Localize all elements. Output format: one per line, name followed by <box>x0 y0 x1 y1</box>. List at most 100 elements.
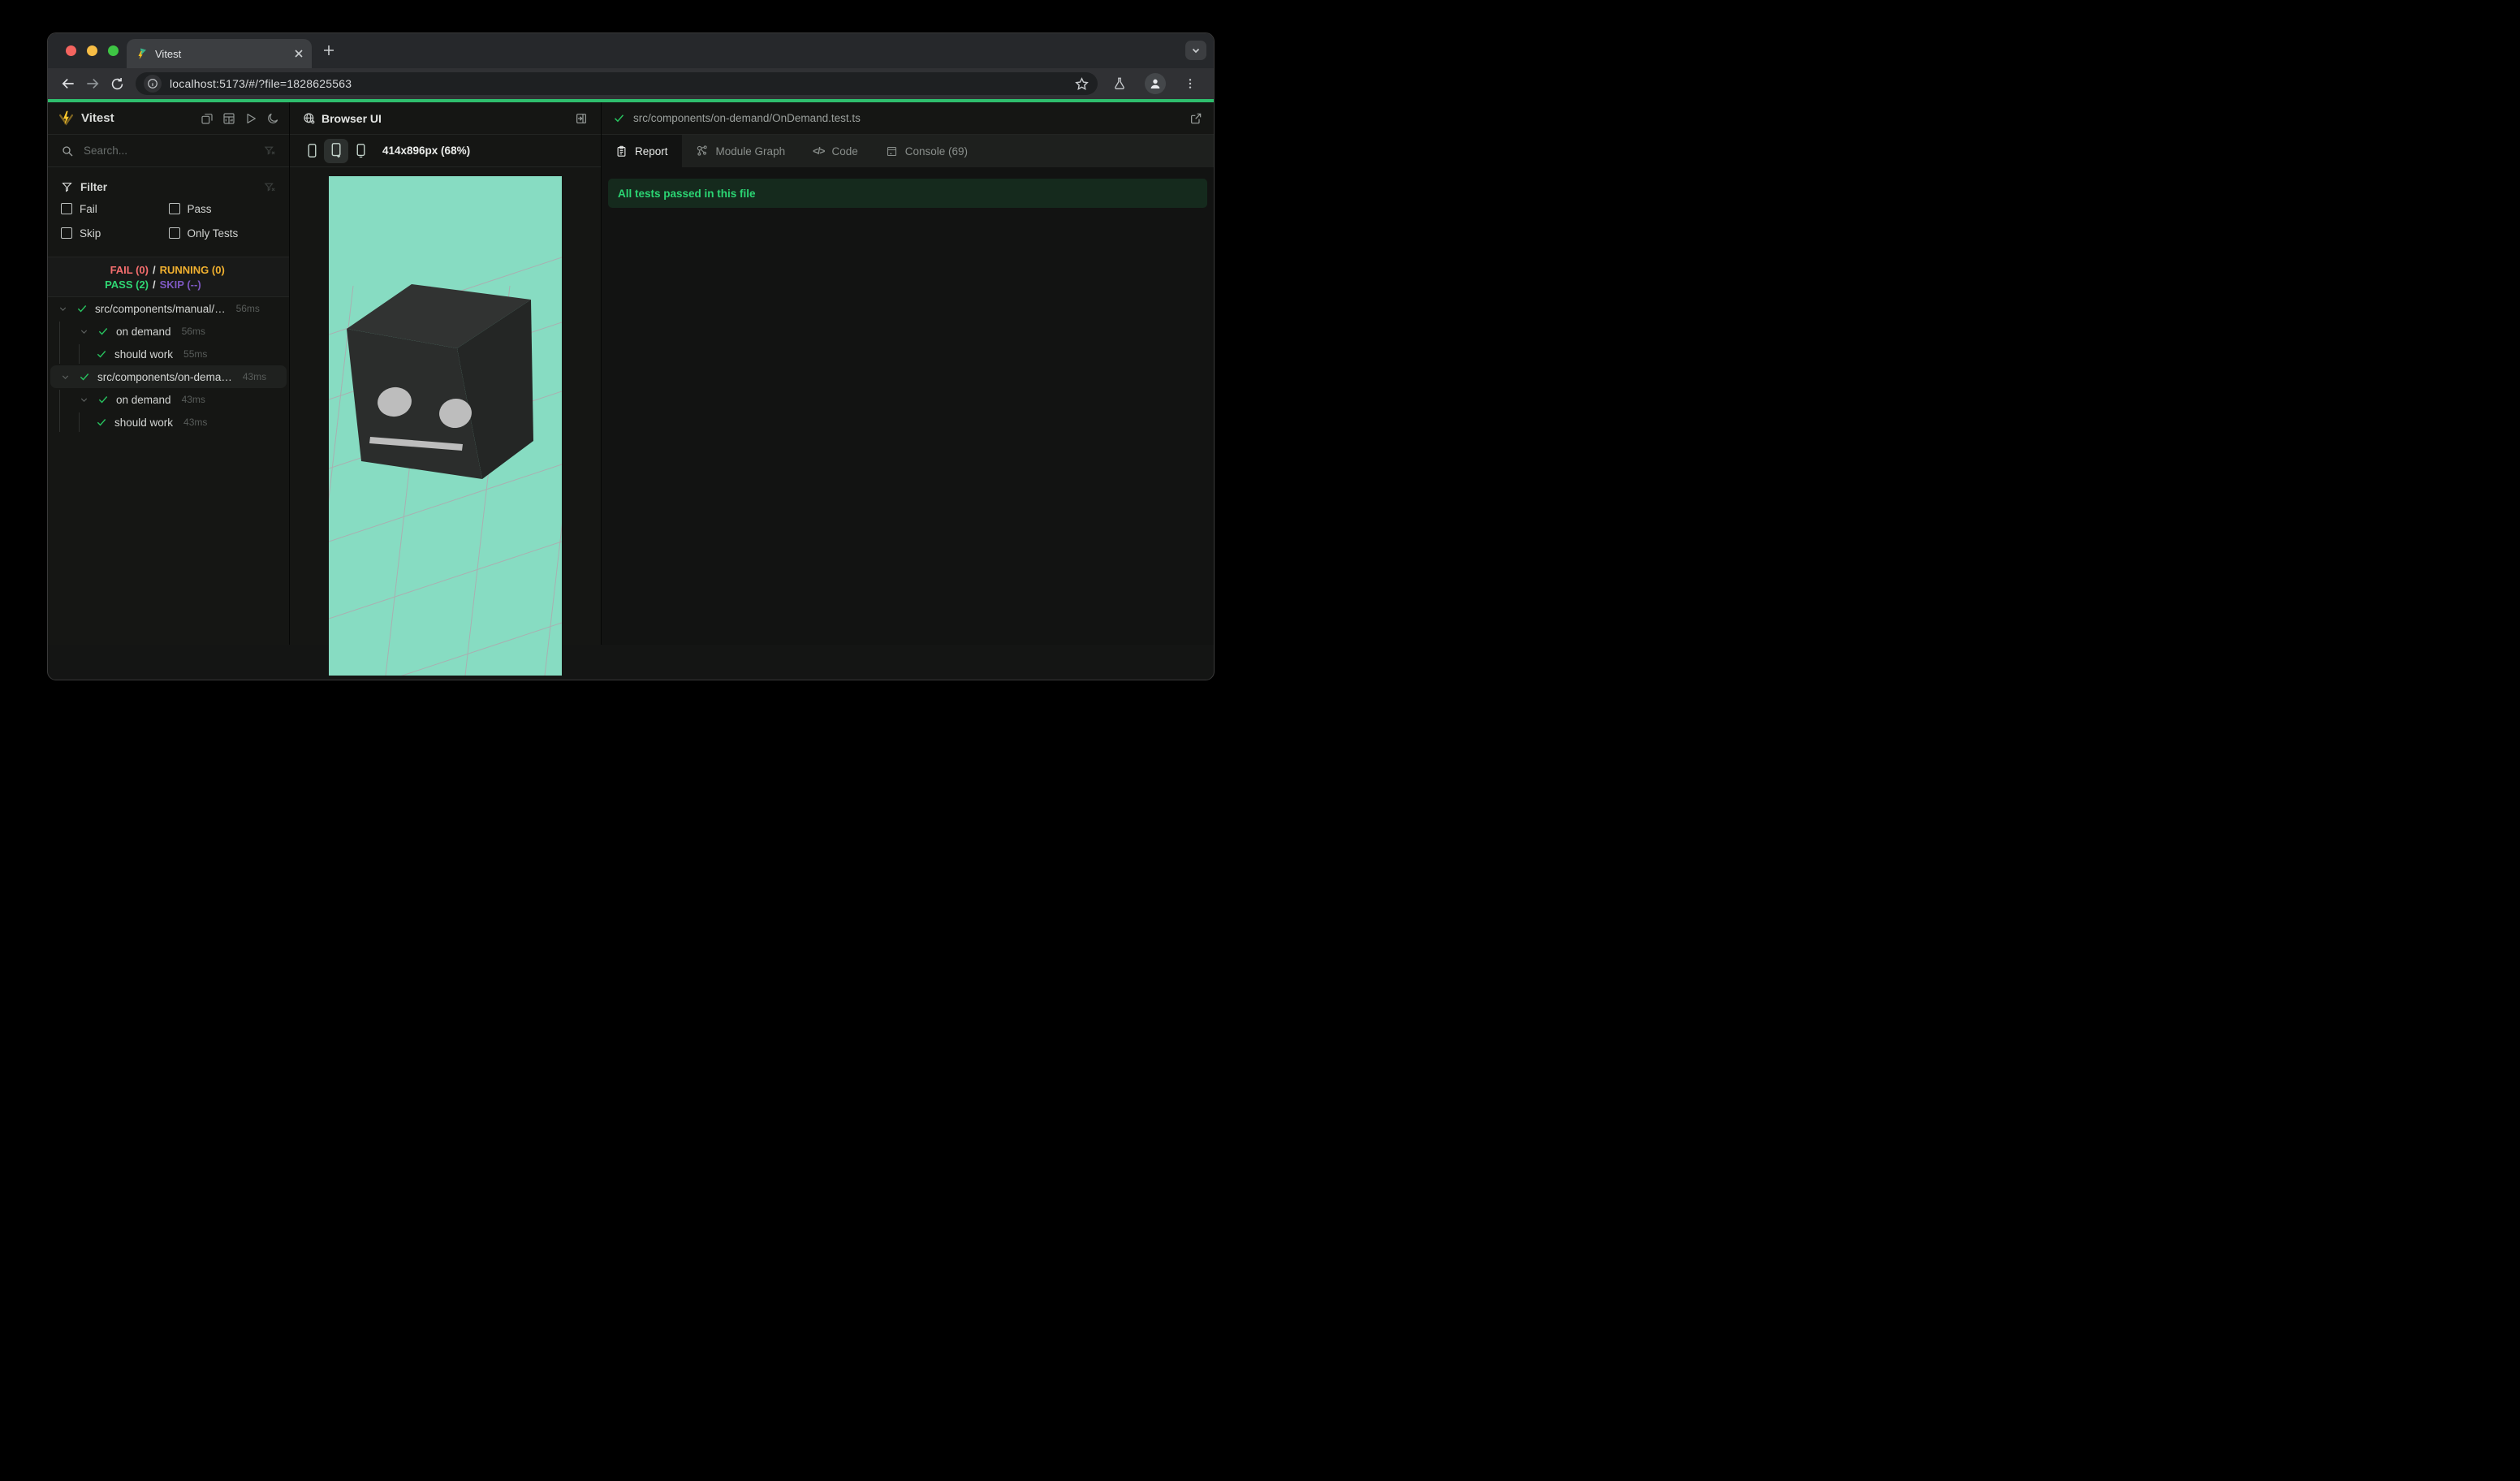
clear-filter-icon[interactable] <box>264 145 276 157</box>
report-clipboard-icon <box>615 145 628 158</box>
pass-check-icon <box>97 326 109 337</box>
tree-label: src/components/on-dema… <box>97 370 232 383</box>
tree-row-file-selected[interactable]: src/components/on-dema… 43ms <box>50 365 287 388</box>
tab-report[interactable]: Report <box>602 135 682 167</box>
tree-guide <box>59 390 60 432</box>
running-count: RUNNING (0) <box>159 263 225 276</box>
filter-funnel-icon <box>61 181 73 193</box>
device-preset-small-icon[interactable] <box>300 139 324 163</box>
panel-title: Browser UI <box>321 111 382 125</box>
chevron-down-icon[interactable] <box>79 395 90 405</box>
search-icon <box>61 145 74 158</box>
report-tab-bar: Report Module Graph </> Code Console (69… <box>602 135 1214 167</box>
browser-tab-vitest[interactable]: Vitest <box>127 39 312 68</box>
tree-duration: 43ms <box>181 394 205 405</box>
checkbox-icon[interactable] <box>168 203 180 214</box>
search-input[interactable] <box>82 144 264 158</box>
tree-row-file[interactable]: src/components/manual/… 56ms <box>48 297 289 320</box>
pass-count: PASS (2) <box>105 278 149 291</box>
tree-label: should work <box>114 416 174 429</box>
device-preset-zoom-out-icon[interactable] <box>348 139 373 163</box>
url-bar[interactable]: localhost:5173/#/?file=1828625563 <box>136 72 1098 95</box>
pass-check-icon <box>79 371 90 382</box>
dock-panel-right-icon[interactable] <box>575 112 588 125</box>
checkbox-icon[interactable] <box>61 227 72 239</box>
filter-checkbox-fail[interactable]: Fail <box>61 203 169 215</box>
tab-close-icon[interactable] <box>294 49 304 58</box>
dashboard-icon[interactable] <box>222 112 235 125</box>
pass-check-icon <box>96 348 107 360</box>
back-icon[interactable] <box>56 71 80 96</box>
pass-check-icon <box>97 394 109 405</box>
reload-icon[interactable] <box>105 71 129 96</box>
filter-checkbox-skip[interactable]: Skip <box>61 227 169 240</box>
search-tabs-button[interactable] <box>1185 41 1206 60</box>
filter-checkbox-only-tests[interactable]: Only Tests <box>168 227 277 240</box>
skip-count: SKIP (--) <box>159 278 201 291</box>
tab-label: Console (69) <box>904 145 969 158</box>
vitest-favicon-icon <box>135 47 148 60</box>
tree-label: src/components/manual/… <box>95 302 226 315</box>
tree-row-test[interactable]: should work 43ms <box>48 411 289 434</box>
tree-duration: 56ms <box>235 303 260 314</box>
checkbox-label: Pass <box>187 202 212 215</box>
vitest-logo-icon <box>58 110 75 127</box>
minimize-window-button[interactable] <box>87 45 97 56</box>
tree-row-suite[interactable]: on demand 43ms <box>48 388 289 411</box>
profile-avatar[interactable] <box>1145 73 1166 94</box>
window-controls <box>66 45 119 56</box>
filter-checkbox-pass[interactable]: Pass <box>168 202 277 215</box>
new-tab-button[interactable] <box>322 44 335 57</box>
test-viewport-canvas[interactable] <box>329 176 562 676</box>
checkbox-icon[interactable] <box>61 203 72 214</box>
tab-console[interactable]: Console (69) <box>872 135 982 167</box>
summary-separator: / <box>153 263 156 276</box>
banner-text: All tests passed in this file <box>618 187 756 200</box>
browser-toolbar: localhost:5173/#/?file=1828625563 <box>48 68 1214 99</box>
tree-row-test[interactable]: should work 55ms <box>48 343 289 365</box>
pass-check-icon <box>613 112 625 124</box>
open-external-icon[interactable] <box>1189 112 1202 125</box>
robot-cube <box>347 284 533 479</box>
browser-window: Vitest localhost:5173/#/?file=1828625563… <box>47 32 1215 680</box>
code-icon: </> <box>813 145 825 157</box>
tree-duration: 55ms <box>183 348 208 360</box>
report-panel: src/components/on-demand/OnDemand.test.t… <box>602 102 1214 645</box>
test-summary: FAIL (0) / RUNNING (0) PASS (2) / SKIP (… <box>48 257 289 297</box>
chevron-down-icon[interactable] <box>58 304 69 314</box>
site-info-icon[interactable] <box>144 75 162 93</box>
summary-separator: / <box>153 278 156 291</box>
viewport-size-label: 414x896px (68%) <box>382 145 471 157</box>
tree-guide <box>79 344 80 364</box>
clear-filter-icon[interactable] <box>264 181 276 193</box>
device-preset-zoom-in-icon[interactable] <box>324 138 348 163</box>
close-window-button[interactable] <box>66 45 76 56</box>
test-file-path: src/components/on-demand/OnDemand.test.t… <box>633 112 861 124</box>
run-all-icon[interactable] <box>244 112 257 125</box>
pass-check-icon <box>96 417 107 428</box>
collapse-panels-icon[interactable] <box>201 112 214 125</box>
chevron-down-icon[interactable] <box>60 372 71 382</box>
pass-check-icon <box>76 303 88 314</box>
tree-label: on demand <box>116 393 171 406</box>
filter-title: Filter <box>80 180 108 193</box>
url-text[interactable]: localhost:5173/#/?file=1828625563 <box>170 77 1074 90</box>
checkbox-icon[interactable] <box>168 227 180 239</box>
experiments-flask-icon[interactable] <box>1112 76 1127 91</box>
module-graph-icon <box>696 145 709 158</box>
tree-row-suite[interactable]: on demand 56ms <box>48 320 289 343</box>
checkbox-label: Only Tests <box>187 227 239 240</box>
globe-icon <box>303 112 316 125</box>
tree-duration: 43ms <box>242 371 267 382</box>
chevron-down-icon[interactable] <box>79 326 90 337</box>
bookmark-star-icon[interactable] <box>1074 76 1090 92</box>
tab-code[interactable]: </> Code <box>799 135 872 167</box>
menu-dots-icon[interactable] <box>1184 77 1197 90</box>
dark-mode-moon-icon[interactable] <box>266 112 279 125</box>
tab-title: Vitest <box>155 47 182 60</box>
maximize-window-button[interactable] <box>108 45 119 56</box>
console-icon <box>886 145 898 158</box>
forward-icon[interactable] <box>80 71 105 96</box>
tab-module-graph[interactable]: Module Graph <box>682 135 800 167</box>
fail-count: FAIL (0) <box>110 263 149 276</box>
